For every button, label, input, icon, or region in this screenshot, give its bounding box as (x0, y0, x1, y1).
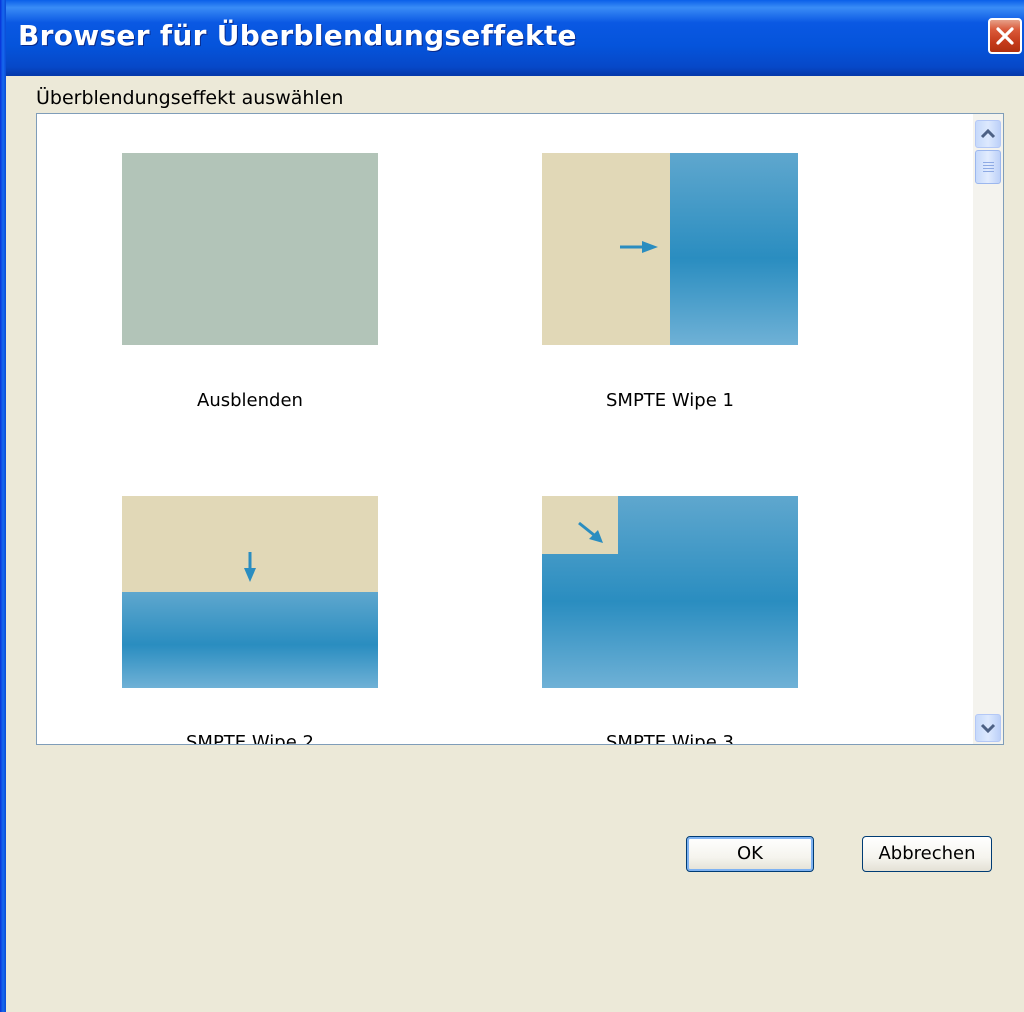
close-button[interactable] (988, 18, 1022, 54)
transition-browser-dialog: Browser für Überblendungseffekte Überble… (0, 0, 1024, 1012)
effect-thumbnail-wipe-1[interactable] (542, 153, 798, 345)
effect-label: Ausblenden (197, 390, 303, 411)
effect-thumbnail-wipe-3[interactable] (542, 496, 798, 688)
window-title: Browser für Überblendungseffekte (18, 19, 577, 52)
close-icon (996, 27, 1014, 45)
chevron-down-icon (980, 723, 996, 734)
chevron-up-icon (980, 128, 996, 139)
effect-label: SMPTE Wipe 1 (606, 390, 734, 411)
arrow-right-icon (620, 241, 658, 253)
window-border (0, 0, 6, 1012)
title-bar: Browser für Überblendungseffekte (0, 0, 1024, 76)
select-effect-label: Überblendungseffekt auswählen (36, 87, 344, 109)
arrow-diagonal-icon (578, 521, 603, 543)
effect-label: SMPTE Wipe 2 (186, 732, 314, 745)
arrow-down-icon (244, 552, 256, 582)
effect-thumbnail-wipe-2[interactable] (122, 496, 378, 688)
effect-thumbnail-fade[interactable] (122, 153, 378, 345)
scroll-up-button[interactable] (975, 120, 1001, 148)
vertical-scrollbar[interactable] (973, 114, 1003, 744)
scroll-thumb[interactable] (975, 150, 1001, 184)
effect-list[interactable]: Ausblenden SMPTE Wipe 1 SMPTE Wipe 2 SMP… (36, 113, 1004, 745)
effect-label: SMPTE Wipe 3 (606, 732, 734, 745)
scroll-down-button[interactable] (975, 714, 1001, 742)
ok-button[interactable]: OK (686, 836, 814, 872)
cancel-button[interactable]: Abbrechen (862, 836, 992, 872)
